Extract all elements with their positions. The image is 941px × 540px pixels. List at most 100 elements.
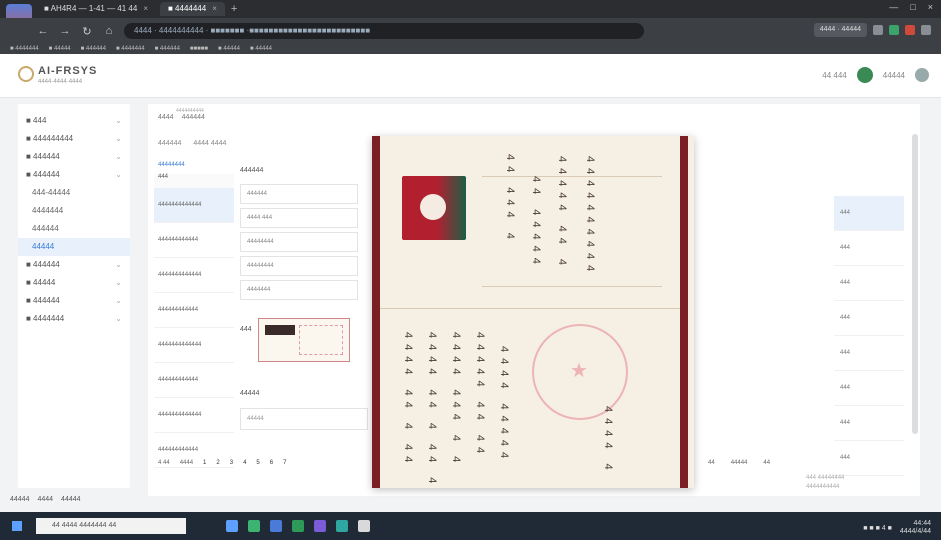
detail-field[interactable]: 4444 444 [240, 208, 358, 228]
sidebar-item[interactable]: ■ 444444 ⌄ [18, 148, 130, 166]
bookmark[interactable]: ■ 4444444 [116, 46, 145, 52]
extension-icon[interactable] [889, 25, 899, 35]
table-row[interactable]: 4444444444444 [154, 398, 234, 433]
document-thumbnail[interactable] [258, 318, 350, 362]
sidebar-item[interactable]: 4444444 [18, 202, 130, 220]
menu-icon[interactable] [921, 25, 931, 35]
filter-item[interactable]: 444444 [158, 140, 181, 147]
status-cell[interactable]: 444 [834, 231, 904, 266]
sidebar-item[interactable]: ■ 444444444 ⌄ [18, 130, 130, 148]
detail-field[interactable]: 44444444 [240, 232, 358, 252]
remark-field[interactable]: 44444 [240, 408, 368, 430]
tray-icons[interactable]: ■ ■ ■ 4 ■ [863, 525, 892, 532]
bookmark[interactable]: ■ 444444 [155, 46, 180, 52]
page-number[interactable]: 6 [270, 460, 273, 466]
back-icon[interactable]: ← [36, 25, 50, 37]
table-row[interactable]: 444444444444 [154, 363, 234, 398]
filter-item[interactable]: 4444 4444 [193, 140, 226, 147]
browser-tab-active[interactable]: ■ 4444444 × [160, 2, 225, 16]
table-row[interactable]: 4444444444444 [154, 258, 234, 293]
status-cell[interactable]: 444 [834, 406, 904, 441]
avatar[interactable] [856, 67, 873, 83]
app-icon[interactable] [270, 520, 282, 532]
sidebar-item[interactable]: 44444 [18, 238, 130, 256]
reload-icon[interactable]: ↻ [80, 25, 94, 38]
tab-label: ■ AH4R4 — 1-41 — 41 44 [44, 4, 138, 13]
page-number[interactable]: 5 [256, 460, 259, 466]
pager-goto-input[interactable]: 44444 [731, 460, 748, 466]
page-number[interactable]: 3 [230, 460, 233, 466]
sidebar-item[interactable]: ■ 4444444 ⌄ [18, 310, 130, 328]
app-icon[interactable] [336, 520, 348, 532]
page-number[interactable]: 2 [216, 460, 219, 466]
table-row[interactable]: 444444444444 [154, 223, 234, 258]
start-icon[interactable] [12, 521, 22, 531]
app-icon[interactable] [292, 520, 304, 532]
pager-size[interactable]: 4444 [180, 460, 193, 466]
bookmark[interactable]: ■ 4444444 [10, 46, 39, 52]
sidebar-item[interactable]: ■ 444444 ⌄ [18, 256, 130, 274]
extension-icon[interactable] [873, 25, 883, 35]
watermark-line: 4444444444 [806, 484, 840, 490]
detail-field[interactable]: 44444444 [240, 256, 358, 276]
breadcrumb-item[interactable]: 444444 [182, 114, 205, 121]
page-number[interactable]: 4 [243, 460, 246, 466]
taskbar-search[interactable]: 44 4444 4444444 44 [36, 518, 186, 534]
table-row[interactable]: 4444444444444 [154, 328, 234, 363]
home-icon[interactable]: ⌂ [102, 25, 116, 37]
clock[interactable]: 44:44 4444/4/44 [900, 520, 931, 536]
minimize-icon[interactable]: — [889, 2, 898, 12]
breadcrumb-item[interactable]: 4444 [158, 114, 174, 121]
bookmark[interactable]: ■ 44444 [250, 46, 272, 52]
sidebar: ■ 444 ⌄ ■ 444444444 ⌄ ■ 444444 ⌄ ■ 444444 ⌄ 444-… [18, 104, 130, 488]
status-column: 444 444 444 444 444 444 444 444 [834, 196, 904, 476]
bookmark[interactable]: ■ 44444 [49, 46, 71, 52]
app-icon[interactable] [358, 520, 370, 532]
sidebar-item[interactable]: ■ 444444 ⌄ [18, 166, 130, 184]
page-number[interactable]: 1 [203, 460, 206, 466]
status-text: 44444 [10, 496, 30, 503]
table-row[interactable]: 4444444444444 [154, 188, 234, 223]
pager-goto-suffix: 44 [763, 460, 771, 466]
page-number[interactable]: 7 [283, 460, 286, 466]
extension-chip[interactable]: 4444 · 44444 [813, 23, 867, 37]
app-icon[interactable] [314, 520, 326, 532]
sidebar-item[interactable]: ■ 444444 ⌄ [18, 292, 130, 310]
app-icon[interactable] [226, 520, 238, 532]
status-cell[interactable]: 444 [834, 336, 904, 371]
browser-tab[interactable]: ■ AH4R4 — 1-41 — 41 44 × [36, 2, 156, 16]
sidebar-item[interactable]: 444444 [18, 220, 130, 238]
bookmark[interactable]: ■■■■■ [190, 46, 208, 52]
status-cell[interactable]: 444 [834, 371, 904, 406]
chevron-down-icon: ⌄ [115, 278, 122, 287]
address-bar[interactable]: 4444 · 4444444444 · ■■■■■■■ ·■■■■■■■■■■■… [124, 23, 644, 39]
extension-icon[interactable] [905, 25, 915, 35]
detail-field[interactable]: 4444444 [240, 280, 358, 300]
table-row[interactable]: 444444444444 [154, 293, 234, 328]
user-name[interactable]: 44444 [883, 71, 905, 80]
bookmark[interactable]: ■ 44444 [218, 46, 240, 52]
scrollbar[interactable] [912, 134, 918, 434]
filter-row: 444444 4444 4444 [158, 140, 226, 147]
sidebar-item[interactable]: 444-44444 [18, 184, 130, 202]
document-viewer[interactable]: 44 444 4 44 44444 44444 44 4 4444444444 … [372, 136, 694, 488]
new-tab-icon[interactable]: + [231, 3, 237, 15]
sidebar-item[interactable]: ■ 44444 ⌄ [18, 274, 130, 292]
close-window-icon[interactable]: × [928, 2, 933, 12]
status-cell[interactable]: 444 [834, 301, 904, 336]
user-menu-icon[interactable] [915, 68, 929, 82]
app-icon[interactable] [248, 520, 260, 532]
maximize-icon[interactable]: □ [910, 2, 915, 12]
status-cell[interactable]: 444 [834, 266, 904, 301]
status-cell[interactable]: 444 [834, 441, 904, 476]
detail-field[interactable]: 444444 [240, 184, 358, 204]
close-icon[interactable]: × [212, 4, 217, 13]
forward-icon[interactable]: → [58, 25, 72, 37]
sidebar-item[interactable]: ■ 444 ⌄ [18, 112, 130, 130]
sidebar-item-label: 44444 [32, 242, 55, 251]
header-link[interactable]: 44 444 [822, 71, 846, 80]
status-cell[interactable]: 444 [834, 196, 904, 231]
chevron-down-icon: ⌄ [115, 314, 122, 323]
bookmark[interactable]: ■ 444444 [81, 46, 106, 52]
close-icon[interactable]: × [143, 4, 148, 13]
